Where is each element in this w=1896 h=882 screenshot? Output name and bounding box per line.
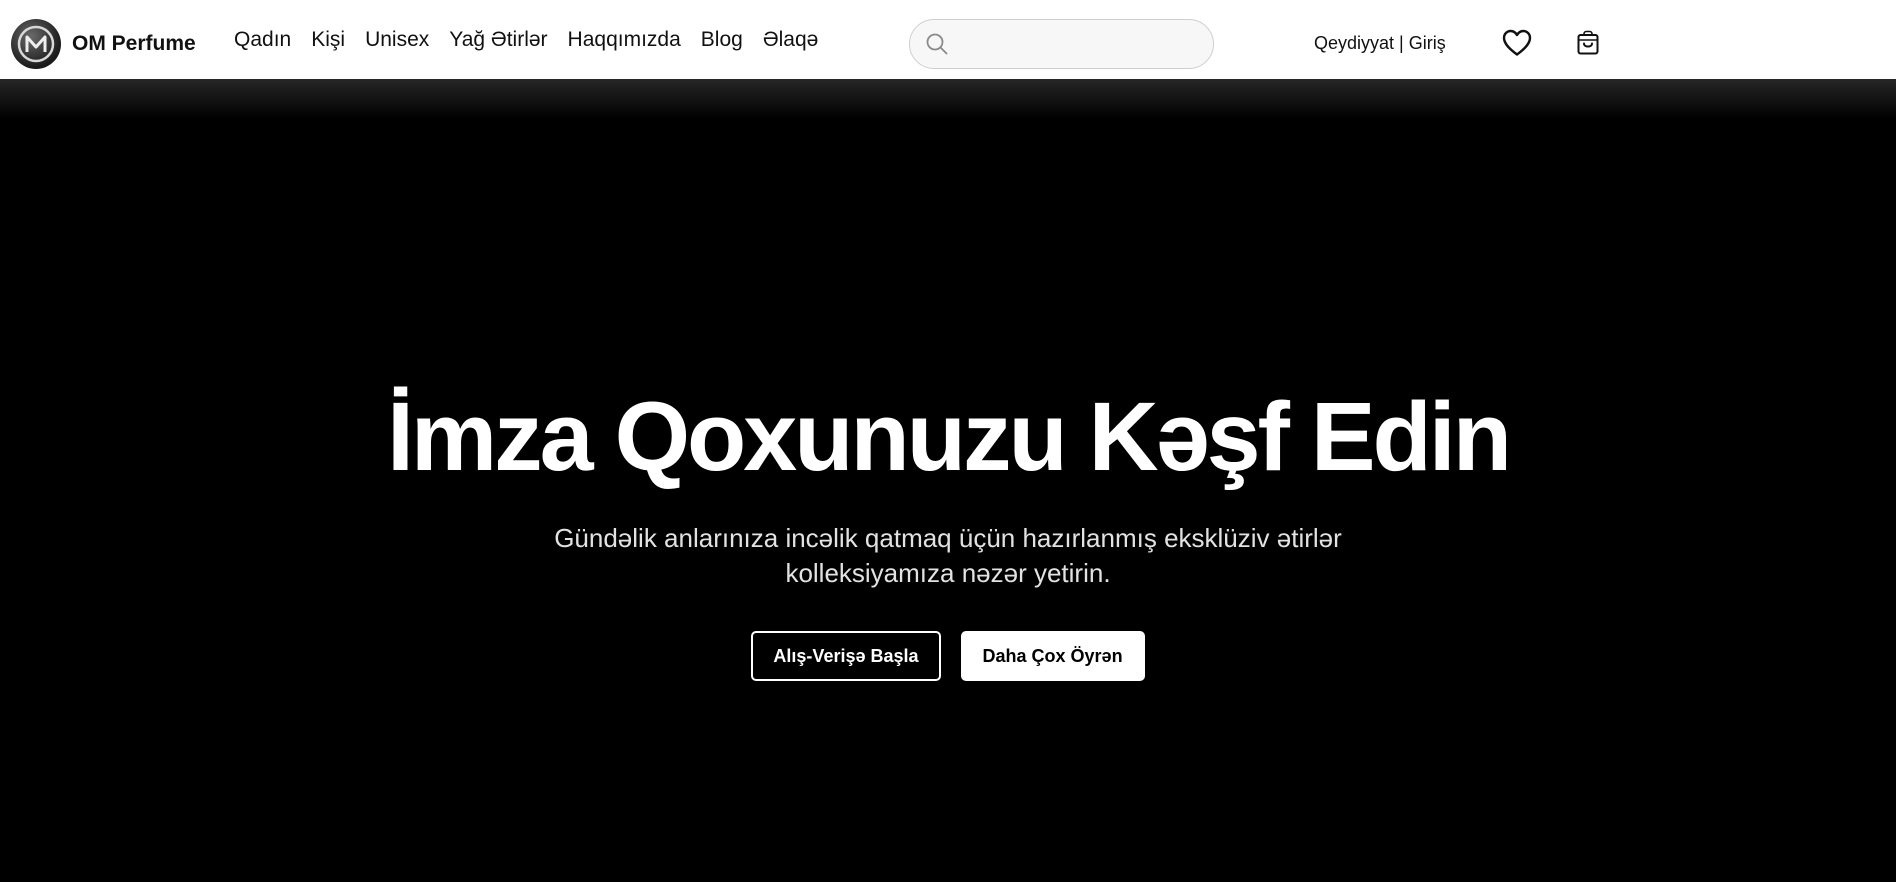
login-link[interactable]: Giriş <box>1409 33 1446 54</box>
nav-link-haqqimizda[interactable]: Haqqımızda <box>568 28 681 52</box>
nav-link-elaqe[interactable]: Əlaqə <box>763 28 819 52</box>
auth-separator: | <box>1399 33 1404 53</box>
search-bar[interactable] <box>909 19 1214 69</box>
brand-name[interactable]: OM Perfume <box>72 32 196 56</box>
main-nav: Qadın Kişi Unisex Yağ Ətirlər Haqqımızda… <box>234 28 838 52</box>
start-shopping-button[interactable]: Alış-Verişə Başla <box>751 631 941 681</box>
nav-link-yag-etirler[interactable]: Yağ Ətirlər <box>449 28 547 52</box>
heart-icon[interactable] <box>1500 26 1534 60</box>
nav-link-kisi[interactable]: Kişi <box>311 28 345 52</box>
auth-links: Qeydiyyat | Giriş <box>1314 33 1446 54</box>
hero-section: İmza Qoxunuzu Kəşf Edin Gündəlik anların… <box>0 79 1896 882</box>
hero-title: İmza Qoxunuzu Kəşf Edin <box>386 382 1512 491</box>
nav-link-qadin[interactable]: Qadın <box>234 28 291 52</box>
navbar-shadow <box>0 79 1896 119</box>
nav-link-blog[interactable]: Blog <box>701 28 743 52</box>
register-link[interactable]: Qeydiyyat <box>1314 33 1394 54</box>
hero-subtitle: Gündəlik anlarınıza incəlik qatmaq üçün … <box>554 523 1342 588</box>
brand[interactable]: OM Perfume <box>11 18 196 70</box>
nav-link-unisex[interactable]: Unisex <box>365 28 429 52</box>
search-icon[interactable] <box>925 32 949 56</box>
hero-buttons: Alış-Verişə Başla Daha Çox Öyrən <box>0 631 1896 681</box>
search-input[interactable] <box>957 24 1197 64</box>
learn-more-button[interactable]: Daha Çox Öyrən <box>960 631 1145 681</box>
top-navbar: OM Perfume Qadın Kişi Unisex Yağ Ətirlər… <box>0 0 1896 79</box>
shopping-bag-icon[interactable] <box>1571 26 1605 60</box>
om-monogram-logo[interactable] <box>11 19 61 69</box>
